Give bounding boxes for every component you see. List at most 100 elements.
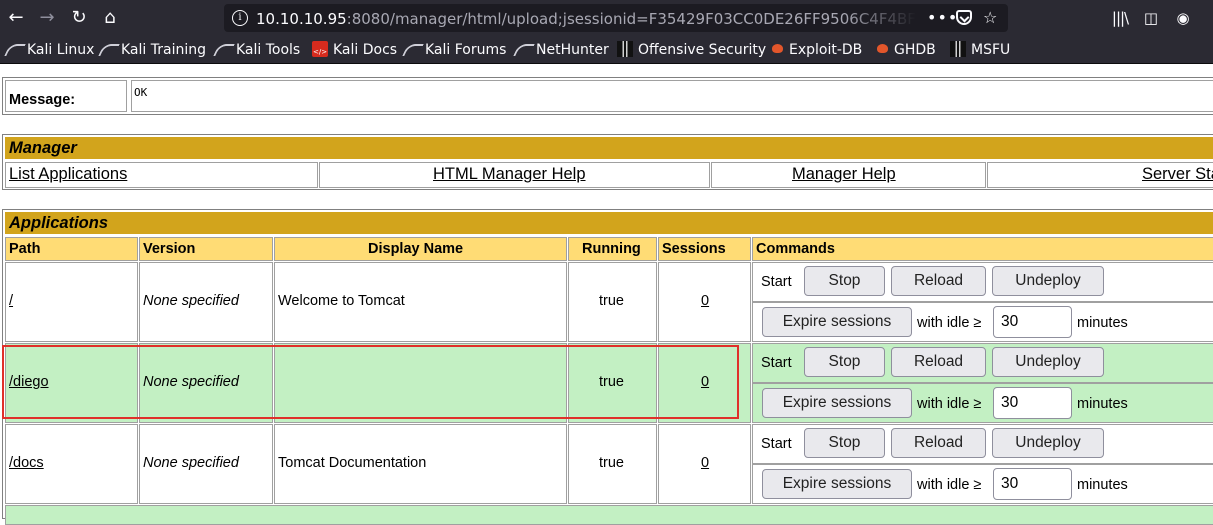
bookmark-label: NetHunter: [536, 42, 609, 58]
pocket-icon[interactable]: [956, 10, 972, 25]
table-row-version-cell: None specified: [139, 262, 273, 342]
bookmark-ghdb[interactable]: GHDB: [875, 41, 936, 59]
start-label[interactable]: Start: [761, 274, 792, 290]
start-label[interactable]: Start: [761, 355, 792, 371]
kali-dragon-icon: [215, 41, 231, 57]
url-host: 10.10.10.95: [256, 10, 347, 28]
bookmark-kali-tools[interactable]: Kali Tools: [215, 41, 300, 59]
bookmark-label: Kali Linux: [27, 42, 95, 58]
expire-sessions-button[interactable]: Expire sessions: [762, 307, 912, 337]
undeploy-button[interactable]: Undeploy: [992, 347, 1104, 377]
command-row-expire: Expire sessions with idle ≥ 30 minutes: [752, 302, 1213, 342]
table-row-running-cell: true: [568, 262, 657, 342]
tomcat-manager-page: Message: OK Manager List Applications HT…: [0, 64, 1213, 525]
back-icon[interactable]: ←: [6, 8, 26, 28]
undeploy-button[interactable]: Undeploy: [992, 428, 1104, 458]
table-row-sessions-cell: 0: [658, 262, 751, 342]
applications-title-bar: Applications: [5, 212, 1213, 234]
app-running: true: [599, 455, 624, 471]
message-label-cell: Message:: [5, 80, 127, 112]
bookmark-label: GHDB: [894, 42, 936, 58]
app-path-link[interactable]: /docs: [9, 455, 44, 471]
bookmark-label: MSFU: [971, 42, 1011, 58]
reload-button[interactable]: Reload: [891, 266, 986, 296]
url-bar[interactable]: i 10.10.10.95:8080/manager/html/upload;j…: [224, 4, 1008, 32]
library-icon[interactable]: |||\: [1110, 8, 1130, 28]
forward-icon[interactable]: →: [37, 8, 57, 28]
message-value: OK: [134, 86, 148, 99]
home-icon[interactable]: ⌂: [100, 8, 120, 28]
idle-minutes-input[interactable]: 30: [993, 387, 1072, 419]
bookmark-label: Offensive Security: [638, 42, 767, 58]
url-text[interactable]: 10.10.10.95:8080/manager/html/upload;jse…: [256, 10, 916, 28]
kali-dragon-icon: [6, 41, 22, 57]
table-row-sessions-cell: 0: [658, 424, 751, 504]
bookmark-exploit-db[interactable]: Exploit-DB: [770, 41, 862, 59]
bookmark-kali-linux[interactable]: Kali Linux: [6, 41, 94, 59]
manager-link-cell: List Applications: [5, 162, 318, 188]
stop-button[interactable]: Stop: [804, 266, 885, 296]
offsec-icon: [617, 41, 633, 57]
page-actions-icon[interactable]: •••: [927, 9, 958, 27]
server-status-link[interactable]: Server Status: [1142, 165, 1213, 184]
bookmark-label: Kali Forums: [425, 42, 507, 58]
command-row-lifecycle: Start Stop Reload Undeploy: [752, 262, 1213, 302]
header-running: Running: [568, 237, 657, 261]
expire-sessions-button[interactable]: Expire sessions: [762, 388, 912, 418]
app-path-link[interactable]: /: [9, 293, 13, 309]
nethunter-icon: [515, 41, 531, 57]
bookmark-offensive-security[interactable]: Offensive Security: [617, 41, 766, 59]
app-version: None specified: [143, 293, 239, 309]
idle-minutes-input[interactable]: 30: [993, 306, 1072, 338]
with-idle-label: with idle ≥: [917, 315, 982, 331]
list-applications-link[interactable]: List Applications: [9, 165, 127, 184]
bookmark-nethunter[interactable]: NetHunter: [515, 41, 609, 59]
site-info-icon[interactable]: i: [232, 10, 248, 26]
header-label: Running: [582, 241, 641, 257]
exploit-db-icon: [770, 41, 784, 57]
bookmark-kali-docs[interactable]: Kali Docs: [312, 41, 397, 61]
stop-button[interactable]: Stop: [804, 428, 885, 458]
bookmark-kali-forums[interactable]: Kali Forums: [404, 41, 506, 59]
manager-link-cell: Manager Help: [711, 162, 986, 188]
reload-button[interactable]: Reload: [891, 347, 986, 377]
header-path: Path: [5, 237, 138, 261]
header-label: Version: [143, 241, 196, 257]
reload-button[interactable]: Reload: [891, 428, 986, 458]
manager-help-link[interactable]: Manager Help: [792, 165, 896, 184]
app-running: true: [599, 293, 624, 309]
table-row-version-cell: None specified: [139, 424, 273, 504]
table-row-display-name-cell: Tomcat Documentation: [274, 424, 567, 504]
bookmark-msfu[interactable]: MSFU: [950, 41, 1010, 59]
app-sessions-link[interactable]: 0: [701, 455, 709, 471]
undeploy-button[interactable]: Undeploy: [992, 266, 1104, 296]
minutes-label: minutes: [1077, 315, 1128, 331]
table-row-partial: [5, 505, 1213, 525]
idle-minutes-input[interactable]: 30: [993, 468, 1072, 500]
start-label[interactable]: Start: [761, 436, 792, 452]
bookmark-star-icon[interactable]: ☆: [983, 9, 997, 27]
manager-title-bar: Manager: [5, 137, 1213, 159]
bookmarks-toolbar: Kali Linux Kali Training Kali Tools Kali…: [0, 36, 1213, 64]
stop-button[interactable]: Stop: [804, 347, 885, 377]
table-row-path-cell: /: [5, 262, 138, 342]
sidebar-icon[interactable]: ◫: [1141, 8, 1161, 28]
app-display-name: Tomcat Documentation: [278, 455, 427, 471]
account-icon[interactable]: ◉: [1173, 8, 1193, 28]
reload-icon[interactable]: ↻: [69, 8, 89, 28]
bookmark-kali-training[interactable]: Kali Training: [100, 41, 206, 59]
browser-toolbar: ← → ↻ ⌂ i 10.10.10.95:8080/manager/html/…: [0, 0, 1213, 36]
header-label: Sessions: [662, 241, 726, 257]
expire-sessions-button[interactable]: Expire sessions: [762, 469, 912, 499]
html-manager-help-link[interactable]: HTML Manager Help: [433, 165, 586, 184]
with-idle-label: with idle ≥: [917, 396, 982, 412]
app-sessions-link[interactable]: 0: [701, 293, 709, 309]
command-row-lifecycle: Start Stop Reload Undeploy: [752, 343, 1213, 383]
header-commands: Commands: [752, 237, 1213, 261]
manager-table: Manager List Applications HTML Manager H…: [2, 134, 1213, 190]
url-fade: [844, 4, 916, 32]
app-display-name: Welcome to Tomcat: [278, 293, 405, 309]
message-value-cell: OK: [131, 80, 1213, 112]
kali-dragon-icon: [100, 41, 116, 57]
with-idle-label: with idle ≥: [917, 477, 982, 493]
